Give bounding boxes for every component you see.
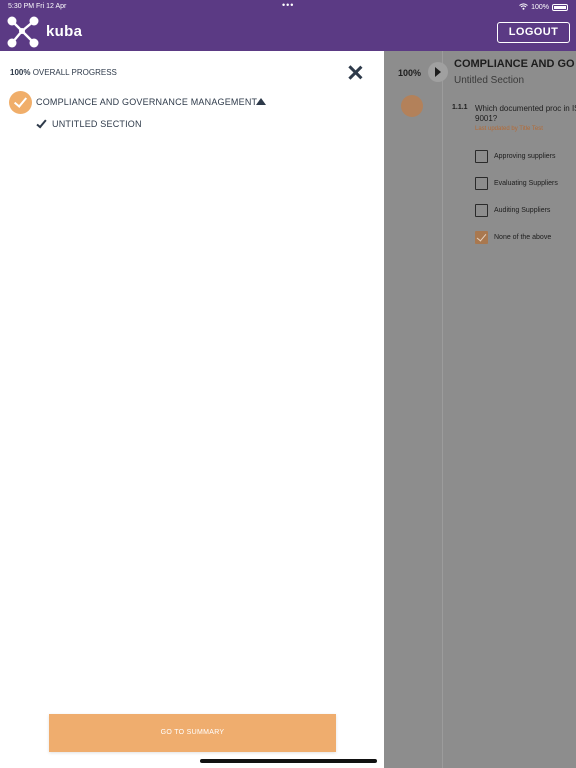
- last-updated-text: Last updated by Title Test: [475, 126, 543, 132]
- background-section-title: COMPLIANCE AND GO: [454, 58, 575, 70]
- brand-name: kuba: [46, 23, 83, 40]
- multitask-dots-icon: •••: [282, 0, 295, 10]
- subsection-title[interactable]: UNTITLED SECTION: [52, 119, 142, 129]
- checkbox[interactable]: [475, 150, 488, 163]
- background-section-check-icon: [401, 95, 423, 117]
- caret-up-icon[interactable]: [256, 98, 266, 105]
- checkbox[interactable]: [475, 204, 488, 217]
- section-title[interactable]: COMPLIANCE AND GOVERNANCE MANAGEMENT: [36, 97, 257, 107]
- overall-progress: 100% OVERALL PROGRESS: [10, 68, 117, 77]
- question-number: 1.1.1: [452, 104, 468, 111]
- battery-percent: 100%: [531, 4, 549, 11]
- answer-option-label: Evaluating Suppliers: [494, 180, 558, 187]
- answer-option-label: Auditing Suppliers: [494, 207, 551, 214]
- checkbox-checked[interactable]: [475, 231, 488, 244]
- answer-option[interactable]: Approving suppliers: [475, 150, 555, 163]
- answer-option[interactable]: Evaluating Suppliers: [475, 177, 558, 190]
- answer-option-label: Approving suppliers: [494, 153, 556, 160]
- answer-option[interactable]: None of the above: [475, 231, 551, 244]
- expand-arrow-icon[interactable]: [428, 62, 448, 82]
- go-to-summary-button[interactable]: GO TO SUMMARY: [49, 714, 336, 752]
- close-icon[interactable]: [347, 65, 363, 81]
- app-header: 5:30 PM Fri 12 Apr ••• 100% kuba LOGOUT: [0, 0, 576, 51]
- progress-drawer: 100% OVERALL PROGRESS COMPLIANCE AND GOV…: [0, 51, 384, 768]
- battery-icon: [552, 4, 568, 11]
- logout-button[interactable]: LOGOUT: [497, 22, 570, 43]
- section-complete-check-icon: [9, 91, 32, 114]
- background-section-subtitle: Untitled Section: [454, 75, 525, 86]
- checkmark-icon: [36, 117, 47, 129]
- status-right: 100%: [519, 3, 568, 12]
- question-text: Which documented proc in ISO 9001?: [475, 104, 576, 123]
- home-indicator: [200, 759, 377, 763]
- status-time: 5:30 PM Fri 12 Apr: [8, 3, 67, 10]
- answer-option[interactable]: Auditing Suppliers: [475, 204, 550, 217]
- answer-option-label: None of the above: [494, 234, 552, 241]
- background-progress: 100%: [398, 68, 422, 78]
- kuba-logo-icon: [7, 16, 39, 48]
- checkbox[interactable]: [475, 177, 488, 190]
- wifi-icon: [519, 3, 528, 12]
- background-divider: [442, 51, 443, 768]
- overall-progress-value: 100%: [10, 68, 31, 77]
- overall-progress-label: OVERALL PROGRESS: [32, 68, 117, 77]
